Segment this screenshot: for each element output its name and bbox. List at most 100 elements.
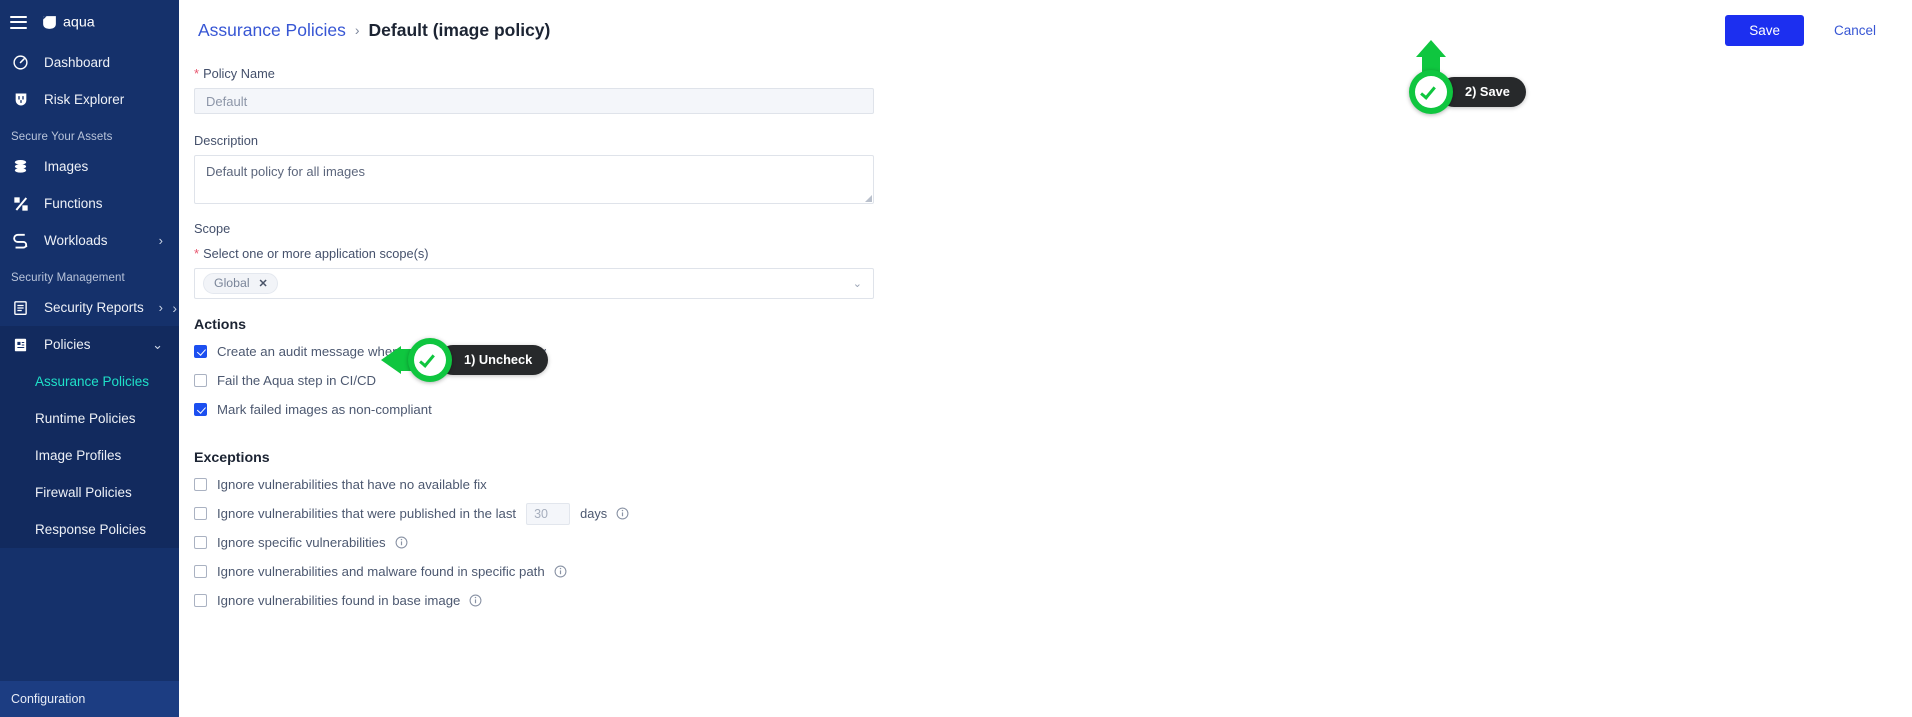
exception-label: Ignore vulnerabilities found in base ima… [217,593,461,608]
exception-row-base-image: Ignore vulnerabilities found in base ima… [194,586,1912,615]
sidebar-item-label: Risk Explorer [44,92,125,107]
workloads-icon [11,232,30,249]
function-lambda-icon [11,196,30,212]
cancel-button[interactable]: Cancel [1834,23,1876,38]
sidebar-item-images[interactable]: Images [0,148,179,185]
exception-row-published-in-last: Ignore vulnerabilities that were publish… [194,499,1912,528]
description-textarea[interactable]: Default policy for all images [194,155,874,204]
sidebar-item-firewall-policies[interactable]: Firewall Policies [0,474,179,511]
days-unit-label: days [580,506,608,521]
scope-tag-global[interactable]: Global ✕ [203,273,278,294]
checkbox-audit-message[interactable] [194,345,207,358]
required-marker: * [194,66,200,81]
action-label: Fail the Aqua step in CI/CD [217,373,377,388]
close-icon[interactable]: ✕ [259,277,268,290]
sidebar-collapse-icon[interactable]: › [172,300,177,316]
exceptions-title: Exceptions [194,450,270,466]
layers-stack-icon [11,158,30,175]
info-icon[interactable] [469,594,482,607]
policy-name-label: * Policy Name [194,66,1912,81]
sidebar-item-label: Policies [44,337,91,352]
chevron-down-icon[interactable]: ⌄ [853,277,862,290]
policies-icon [11,337,30,353]
chevron-right-icon: › [158,233,163,248]
dashboard-gauge-icon [11,54,30,71]
main-content: Assurance Policies › Default (image poli… [179,0,1912,717]
exception-label: Ignore vulnerabilities that have no avai… [217,477,487,492]
exception-row-specific-path: Ignore vulnerabilities and malware found… [194,557,1912,586]
sidebar-item-label: Security Reports [44,300,144,315]
sidebar-section-assets: Secure Your Assets [11,131,113,143]
sidebar-item-label: Workloads [44,233,108,248]
sidebar: aqua Dashboard Risk Explorer Secure Your… [0,0,179,717]
shield-risk-icon [11,91,30,108]
sidebar-item-label: Images [44,159,89,174]
scope-label-text: Select one or more application scope(s) [203,246,429,261]
sidebar-subitem-label: Response Policies [35,522,147,537]
sidebar-subitem-label: Firewall Policies [35,485,132,500]
aqua-logo[interactable]: aqua [41,13,125,31]
info-icon[interactable] [554,565,567,578]
policy-name-input[interactable]: Default [194,88,874,114]
info-icon[interactable] [395,536,408,549]
description-label-text: Description [194,133,259,148]
sidebar-item-functions[interactable]: Functions [0,185,179,222]
scope-title: Scope [194,221,231,236]
action-row-non-compliant: Mark failed images as non-compliant [194,395,1912,424]
sidebar-item-workloads[interactable]: Workloads › [0,222,179,259]
actions-title: Actions [194,317,247,333]
aqua-mark-icon [43,15,56,29]
scope-label: * Select one or more application scope(s… [194,246,1912,261]
sidebar-footer-label: Configuration [11,692,86,706]
sidebar-subitem-label: Runtime Policies [35,411,136,426]
chevron-down-icon: ⌄ [152,337,163,352]
days-input[interactable]: 30 [526,502,571,525]
hamburger-icon[interactable] [10,15,27,29]
sidebar-subitem-label: Assurance Policies [35,374,150,389]
sidebar-item-risk-explorer[interactable]: Risk Explorer [0,81,179,118]
checkbox-base-image[interactable] [194,594,207,607]
aqua-wordmark-icon: aqua [63,14,95,30]
save-button[interactable]: Save [1725,14,1804,46]
exception-label: Ignore specific vulnerabilities [217,535,386,550]
page-title: Default (image policy) [368,19,551,40]
sidebar-item-policies[interactable]: Policies ⌄ [0,326,179,363]
sidebar-item-runtime-policies[interactable]: Runtime Policies [0,400,179,437]
sidebar-group-policies: Policies ⌄ Assurance Policies Runtime Po… [0,326,179,548]
checkbox-no-available-fix[interactable] [194,478,207,491]
top-bar-actions: Save Cancel [1725,14,1876,46]
annotation-uncheck: 1) Uncheck [381,334,549,386]
breadcrumb-parent-link[interactable]: Assurance Policies [198,20,346,41]
sidebar-item-label: Dashboard [44,55,111,70]
policy-name-label-text: Policy Name [203,66,275,81]
exception-row-specific-vulnerabilities: Ignore specific vulnerabilities [194,528,1912,557]
sidebar-subitem-label: Image Profiles [35,448,122,463]
report-document-icon [11,300,30,316]
checkbox-specific-path[interactable] [194,565,207,578]
checkbox-published-in-last[interactable] [194,507,207,520]
sidebar-section-security: Security Management [11,272,125,284]
top-bar: Assurance Policies › Default (image poli… [179,0,1912,60]
sidebar-item-security-reports[interactable]: Security Reports › [0,289,179,326]
scope-select[interactable]: Global ✕ ⌄ [194,268,874,299]
checkbox-specific-vulnerabilities[interactable] [194,536,207,549]
sidebar-item-configuration[interactable]: Configuration [0,681,179,717]
sidebar-item-response-policies[interactable]: Response Policies [0,511,179,548]
checkbox-fail-cicd[interactable] [194,374,207,387]
annotation-save: 2) Save [1405,40,1526,118]
breadcrumb: Assurance Policies › Default (image poli… [198,20,550,41]
green-check-badge-icon [404,334,456,386]
action-label: Mark failed images as non-compliant [217,402,432,417]
sidebar-header: aqua [0,0,179,44]
sidebar-item-label: Functions [44,196,103,211]
info-icon[interactable] [616,507,629,520]
checkbox-non-compliant[interactable] [194,403,207,416]
sidebar-item-image-profiles[interactable]: Image Profiles [0,437,179,474]
green-check-badge-icon [1405,66,1457,118]
breadcrumb-separator-icon: › [354,22,360,38]
sidebar-item-dashboard[interactable]: Dashboard [0,44,179,81]
exception-row-no-available-fix: Ignore vulnerabilities that have no avai… [194,470,1912,499]
sidebar-item-assurance-policies[interactable]: Assurance Policies [0,363,179,400]
chevron-right-icon: › [158,300,163,315]
scope-tag-label: Global [214,276,250,290]
